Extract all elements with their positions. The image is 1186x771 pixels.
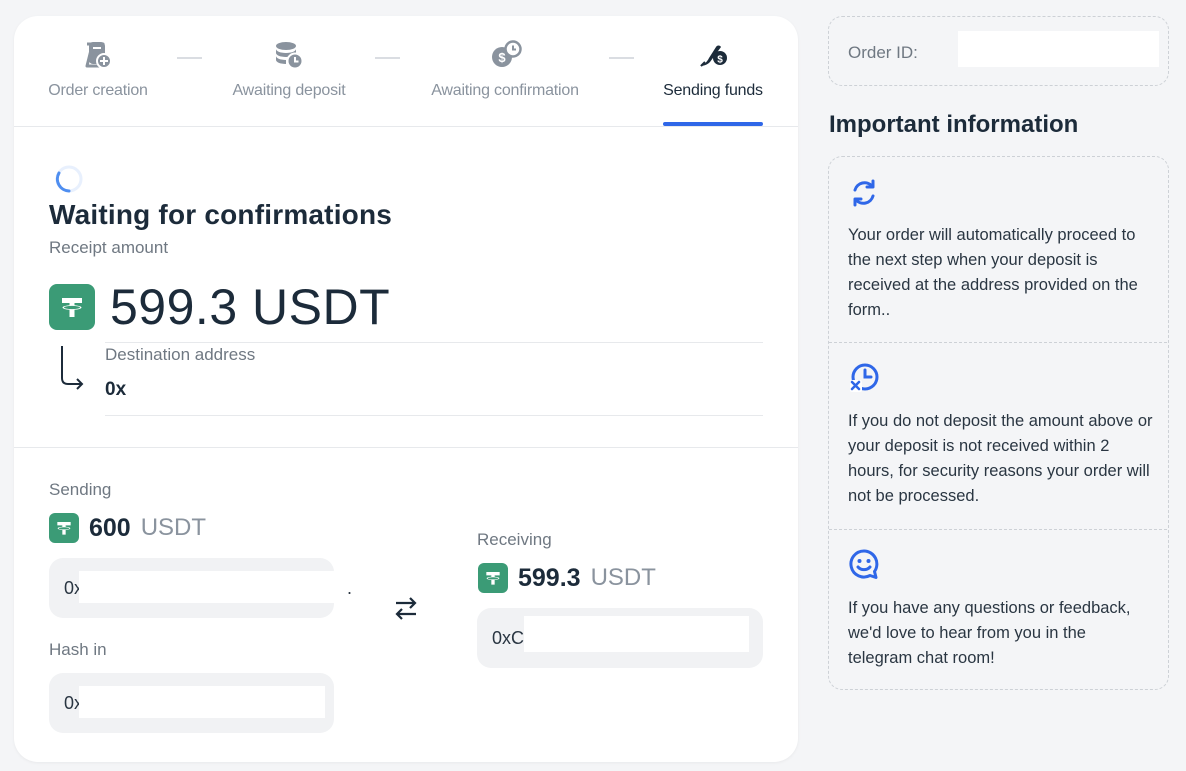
swap-icon[interactable] [394, 593, 418, 623]
redacted-area [958, 31, 1159, 67]
arrow-down-right-icon [61, 346, 84, 390]
info-text: Your order will automatically proceed to… [848, 226, 1138, 319]
status-title: Waiting for confirmations [49, 199, 393, 230]
info-panel: Your order will automatically proceed to… [828, 156, 1169, 690]
receipt-amount-label: Receipt amount [49, 238, 169, 257]
sending-amount: 600 USDT [49, 513, 206, 543]
clock-cancel-icon [850, 363, 879, 392]
svg-text:$: $ [717, 55, 723, 66]
order-id-box: Order ID: [828, 16, 1169, 86]
tether-icon [49, 513, 79, 543]
step-label: Awaiting confirmation [431, 82, 579, 99]
destination-label: Destination address [105, 345, 256, 364]
sending-label: Sending [49, 480, 112, 499]
step-awaiting-deposit[interactable]: Awaiting deposit [231, 16, 347, 127]
hash-in-field[interactable]: 0x [49, 673, 334, 733]
destination-address: Destination address 0x [105, 342, 763, 416]
info-item: If you have any questions or feedback, w… [829, 530, 1167, 688]
step-label: Awaiting deposit [232, 82, 346, 99]
receiving-address-value: 0xC [492, 628, 525, 648]
send-dollar-icon: $ [700, 45, 727, 67]
step-connector [177, 57, 202, 59]
order-status-card: Order creation Awaiting deposit $ Awaiti… [14, 16, 798, 762]
receiving-amount: 599.3 USDT [478, 563, 656, 593]
step-sending-funds[interactable]: $ Sending funds [663, 16, 763, 127]
coins-clock-icon [276, 42, 304, 70]
chat-smile-icon [849, 549, 879, 579]
tether-icon [49, 284, 95, 330]
step-connector [375, 57, 400, 59]
info-item: If you do not deposit the amount above o… [829, 343, 1167, 529]
destination-value: 0x [105, 379, 127, 400]
refresh-icon [853, 179, 875, 207]
dollar-clock-icon: $ [492, 40, 522, 67]
info-text: If you do not deposit the amount above o… [848, 412, 1153, 505]
hash-in-label: Hash in [49, 640, 107, 659]
redacted-area [524, 616, 749, 652]
receiving-address-field[interactable]: 0xC [477, 608, 763, 668]
tether-icon [478, 563, 508, 593]
sending-currency: USDT [140, 514, 207, 541]
redacted-area [79, 571, 345, 603]
receiving-amount-value: 599.3 [518, 563, 581, 592]
loading-spinner-icon [55, 165, 83, 193]
step-connector [609, 57, 634, 59]
step-order-creation[interactable]: Order creation [48, 16, 148, 127]
sending-amount-value: 600 [89, 513, 131, 542]
order-create-icon [85, 42, 112, 69]
order-id-label: Order ID: [848, 43, 918, 62]
step-awaiting-confirmation[interactable]: $ Awaiting confirmation [429, 16, 581, 127]
info-text: If you have any questions or feedback, w… [848, 599, 1131, 667]
sending-address-field[interactable]: 0x . [49, 558, 352, 618]
progress-steps: Order creation Awaiting deposit $ Awaiti… [14, 16, 798, 127]
active-step-indicator [663, 122, 763, 126]
sending-address-suffix: . [347, 578, 353, 598]
step-label: Sending funds [663, 82, 763, 99]
receipt-amount-value: 599.3 USDT [110, 279, 391, 335]
section-divider [14, 447, 798, 448]
info-item: Your order will automatically proceed to… [829, 157, 1167, 342]
step-label: Order creation [48, 82, 148, 99]
receiving-label: Receiving [477, 530, 552, 549]
receiving-currency: USDT [590, 564, 656, 591]
redacted-area [79, 686, 325, 718]
receipt-amount: 599.3 USDT [49, 278, 390, 336]
info-title: Important information [829, 111, 1079, 138]
